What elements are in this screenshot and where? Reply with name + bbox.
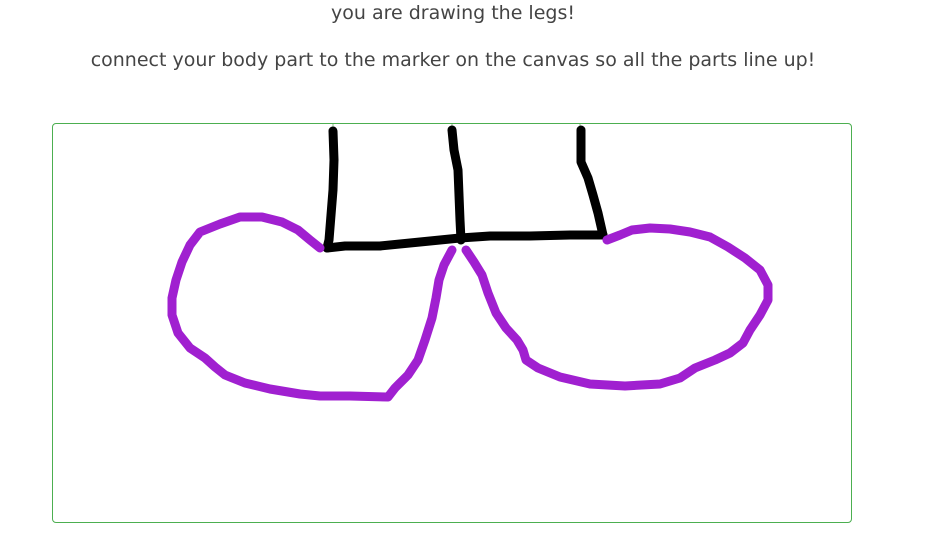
- black-stroke-right-vertical: [576, 125, 608, 240]
- drawing-canvas[interactable]: [52, 123, 852, 523]
- black-stroke-left-vertical: [322, 126, 339, 253]
- drawing-surface[interactable]: [52, 123, 852, 523]
- instruction-title: you are drawing the legs!: [331, 2, 575, 24]
- black-stroke-middle-vertical: [447, 125, 466, 245]
- instruction-subtitle: connect your body part to the marker on …: [90, 49, 816, 71]
- purple-stroke-right-loop: [461, 223, 773, 391]
